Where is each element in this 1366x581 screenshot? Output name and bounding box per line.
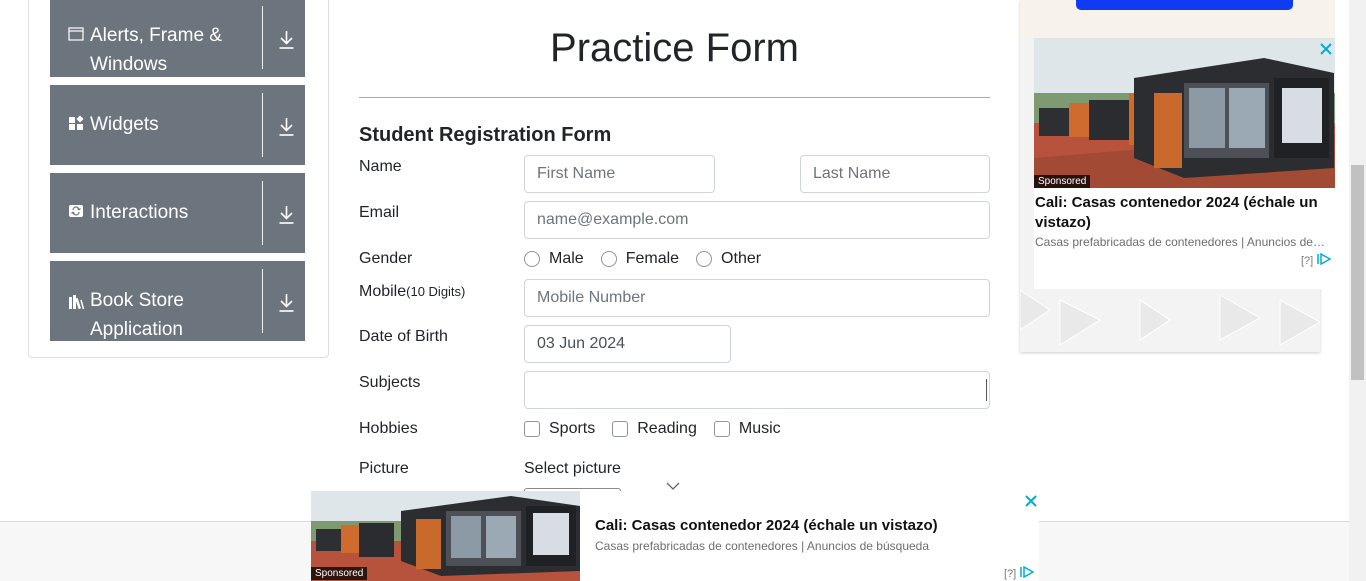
first-name-input[interactable]: First Name: [524, 155, 715, 193]
gender-female-option[interactable]: Female: [600, 250, 679, 268]
ad-headline[interactable]: Cali: Casas contenedor 2024 (échale un v…: [595, 517, 938, 534]
right-ad-card[interactable]: Sponsored Cali: Casas contenedor 2024 (é…: [1034, 38, 1335, 289]
download-icon[interactable]: [278, 30, 295, 50]
group-divider: [262, 269, 263, 333]
hobbies-options: Sports Reading Music: [524, 420, 798, 438]
subjects-cursor: [986, 379, 987, 401]
male-radio[interactable]: [524, 251, 540, 267]
ad-info-text[interactable]: [?]: [1004, 568, 1016, 580]
other-radio[interactable]: [696, 251, 713, 267]
female-radio[interactable]: [600, 251, 617, 267]
chevron-down-icon[interactable]: [666, 478, 680, 490]
download-icon[interactable]: [278, 293, 295, 313]
title-divider: [359, 97, 990, 98]
ad-cta-button[interactable]: [1076, 0, 1293, 10]
ad-description[interactable]: Casas prefabricadas de contenedores | An…: [595, 539, 1015, 553]
sports-checkbox[interactable]: [524, 421, 540, 437]
reading-checkbox[interactable]: [612, 421, 629, 437]
sidebar-group-widgets[interactable]: Widgets: [50, 85, 305, 165]
sidebar-group-label-line2: Application: [90, 319, 183, 340]
widgets-icon: [68, 115, 84, 131]
ad-info-text[interactable]: [?]: [1301, 255, 1313, 267]
mobile-label-text: Mobile: [359, 283, 407, 300]
interactions-icon: [68, 203, 84, 219]
music-label[interactable]: Music: [739, 420, 781, 438]
subjects-label: Subjects: [359, 374, 421, 391]
reading-label[interactable]: Reading: [637, 420, 697, 438]
ad-headline[interactable]: Cali: Casas contenedor 2024 (échale un v…: [1035, 193, 1325, 233]
group-divider: [262, 181, 263, 245]
mobile-hint: (10 Digits): [406, 284, 466, 299]
other-label[interactable]: Other: [721, 250, 761, 268]
music-checkbox[interactable]: [713, 421, 730, 437]
last-name-input[interactable]: Last Name: [800, 155, 990, 193]
date-of-birth-input[interactable]: 03 Jun 2024: [524, 325, 731, 363]
sponsored-badge: Sponsored: [311, 567, 368, 580]
ad-description[interactable]: Casas prefabricadas de contenedores | An…: [1035, 235, 1326, 249]
gender-other-option[interactable]: Other: [696, 250, 761, 268]
sidebar-group-interactions[interactable]: Interactions: [50, 173, 305, 253]
sidebar-group-book-store[interactable]: Book Store Application: [50, 261, 305, 341]
male-label[interactable]: Male: [549, 250, 584, 268]
sponsored-badge: Sponsored: [1034, 175, 1091, 188]
ad-info[interactable]: [?]: [1004, 565, 1035, 581]
sidebar-group-alerts-frame-windows[interactable]: Alerts, Frame & Windows: [50, 0, 305, 77]
gender-label: Gender: [359, 250, 413, 267]
close-icon[interactable]: [1025, 494, 1037, 507]
hobby-sports-option[interactable]: Sports: [524, 420, 595, 438]
gender-male-option[interactable]: Male: [524, 250, 584, 268]
sidebar-group-label: Widgets: [90, 114, 159, 135]
ad-info[interactable]: [?]: [1301, 252, 1332, 268]
books-icon: [68, 294, 85, 310]
select-picture-label[interactable]: Select picture: [524, 460, 621, 478]
mobile-label: Mobile(10 Digits): [359, 283, 465, 301]
sports-label[interactable]: Sports: [549, 420, 595, 438]
form-heading: Student Registration Form: [359, 124, 612, 146]
female-label[interactable]: Female: [626, 250, 679, 268]
scrollbar[interactable]: [1349, 0, 1366, 581]
adchoices-icon[interactable]: [1317, 252, 1332, 268]
sidebar-group-label-line2: Windows: [90, 54, 168, 75]
picture-label: Picture: [359, 460, 409, 477]
window-icon: [68, 26, 84, 42]
close-icon[interactable]: [1320, 42, 1332, 55]
sidebar-group-label: Book Store: [90, 290, 184, 311]
hobbies-label: Hobbies: [359, 420, 418, 437]
ad-image-container-houses[interactable]: [1034, 38, 1335, 188]
group-divider: [262, 93, 263, 157]
bottom-ad[interactable]: Sponsored Cali: Casas contenedor 2024 (é…: [311, 491, 1039, 581]
dob-label: Date of Birth: [359, 328, 448, 345]
group-divider: [262, 6, 263, 69]
page-title: Practice Form: [550, 26, 799, 70]
email-input[interactable]: name@example.com: [524, 201, 990, 239]
scrollbar-thumb[interactable]: [1351, 165, 1364, 380]
hobby-reading-option[interactable]: Reading: [612, 420, 697, 438]
email-label: Email: [359, 204, 400, 221]
gender-options: Male Female Other: [524, 250, 778, 268]
download-icon[interactable]: [278, 205, 295, 225]
mobile-input[interactable]: Mobile Number: [524, 279, 990, 317]
adchoices-icon[interactable]: [1020, 565, 1035, 581]
subjects-input[interactable]: [524, 371, 990, 409]
container-house-image: [1034, 38, 1335, 188]
hobby-music-option[interactable]: Music: [713, 420, 781, 438]
sidebar-group-label: Alerts, Frame &: [90, 25, 222, 46]
download-icon[interactable]: [278, 117, 295, 137]
name-label: Name: [359, 158, 402, 175]
sidebar-group-label: Interactions: [90, 202, 189, 223]
